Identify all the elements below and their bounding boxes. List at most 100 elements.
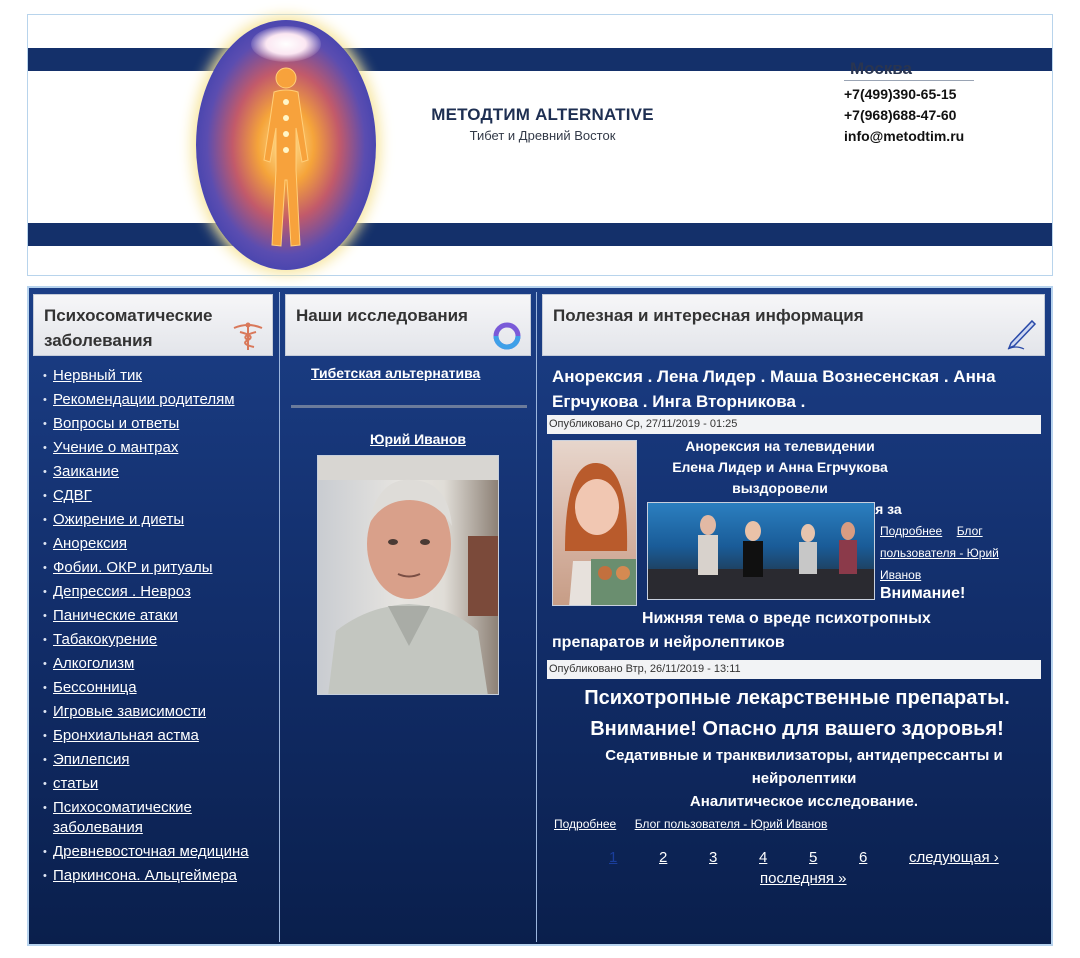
pager-page-2[interactable]: 2 [659,849,667,866]
nav-link[interactable]: Бессонница [53,679,137,696]
site-header: МЕТОДТИМ ALTERNATIVE Тибет и Древний Вос… [27,14,1053,276]
nav-item: СДВГ [43,486,273,506]
girl-illustration [565,462,636,605]
nav-link[interactable]: Ожирение и диеты [53,511,184,528]
nav-link[interactable]: Фобии. ОКР и ритуалы [53,559,213,576]
nav-link[interactable]: Психосоматические заболевания [53,799,192,836]
header-stripe-bottom [28,223,1052,246]
pager-page-6[interactable]: 6 [859,849,867,866]
brand-subtitle: Тибет и Древний Восток [469,128,616,143]
nav-link[interactable]: Анорексия [53,535,127,552]
nav-link[interactable]: Депрессия . Невроз [53,583,191,600]
brand-block: МЕТОДТИМ ALTERNATIVE Тибет и Древний Вос… [430,105,655,143]
article2-blog-link[interactable]: Блог пользователя - Юрий Иванов [635,817,828,831]
article2-headline-line2[interactable]: Внимание! Опасно для вашего здоровья! [552,714,1042,745]
nav-item: Игровые зависимости [43,702,273,722]
human-figure-icon [263,67,309,247]
nav-item: Паркинсона. Альцгеймера [43,866,273,886]
nav-item: Депрессия . Невроз [43,582,273,602]
column-divider-1 [279,292,280,942]
article2-subtitle-line2: нейролептики [751,770,857,787]
article1-blog-link[interactable]: Блог [957,524,983,538]
article2-subtitle-line3: Аналитическое исследование. [689,793,919,810]
article2-subtitle: Седативные и транквилизаторы, антидепрес… [569,744,1039,813]
article1-thumbnail-girl[interactable] [552,440,637,606]
ring-icon [493,322,521,350]
aura-halo [251,26,321,62]
nav-item: Психосоматические заболевания [43,798,273,838]
nav-link[interactable]: Вопросы и ответы [53,415,179,432]
article1-teaser-line1: Анорексия на телевидении [685,438,875,454]
nav-item: Заикание [43,462,273,482]
article1-title-line2[interactable]: Егрчукова . Инга Вторникова . [552,389,996,414]
tv-studio-illustration [648,515,874,599]
article2-more-link[interactable]: Подробнее [554,817,616,831]
pagination: 1 2 3 4 5 6 следующая › последняя » [589,849,1029,891]
article2-links: Подробнее Блог пользователя - Юрий Ивано… [554,815,827,833]
attention-label: Внимание! [880,585,966,602]
pager-current: 1 [609,849,618,866]
article2-headline-line1[interactable]: Психотропные лекарственные препараты. [552,683,1042,714]
nav-link[interactable]: СДВГ [53,487,92,504]
nav-item: Бронхиальная астма [43,726,273,746]
nav-link[interactable]: Нервный тик [53,367,142,384]
nav-item: Бессонница [43,678,273,698]
article1-title-line1[interactable]: Анорексия . Лена Лидер . Маша Вознесенск… [552,364,996,389]
nav-item: Панические атаки [43,606,273,626]
column-divider-2 [536,292,537,942]
right-column-header: Полезная и интересная информация [542,294,1045,356]
left-column-header: Психосоматические заболевания [33,294,273,356]
nav-link[interactable]: Алкоголизм [53,655,134,672]
nav-item: Ожирение и диеты [43,510,273,530]
article2-meta: Опубликовано Втр, 26/11/2019 - 13:11 [547,660,1041,679]
nav-link[interactable]: Игровые зависимости [53,703,206,720]
author-link[interactable]: Юрий Иванов [370,431,466,447]
middle-separator [291,405,527,408]
nav-item: статьи [43,774,273,794]
nav-link[interactable]: Табакокурение [53,631,157,648]
nav-link[interactable]: Бронхиальная астма [53,727,199,744]
nav-link[interactable]: Рекомендации родителям [53,391,235,408]
author-photo[interactable] [317,455,499,695]
pager-next[interactable]: следующая › [909,849,999,866]
nav-link[interactable]: Эпилепсия [53,751,130,768]
article1-thumbnail-tv[interactable] [647,502,875,600]
pager-page-5[interactable]: 5 [809,849,817,866]
pager-page-4[interactable]: 4 [759,849,767,866]
nav-link[interactable]: Древневосточная медицина [53,843,249,860]
nav-item: Учение о мантрах [43,438,273,458]
middle-column-title: Наши исследования [296,306,468,325]
pager-page-3[interactable]: 3 [709,849,717,866]
phone-2[interactable]: +7(968)688-47-60 [844,107,974,123]
nav-item: Фобии. ОКР и ритуалы [43,558,273,578]
nav-link[interactable]: Паркинсона. Альцгеймера [53,867,237,884]
article1-blog-link-line2[interactable]: пользователя - Юрий [880,546,999,560]
nav-link[interactable]: статьи [53,775,98,792]
article1-blog-link-line3[interactable]: Иванов [880,568,921,582]
nav-link[interactable]: Панические атаки [53,607,178,624]
left-nav-list: Нервный тик Рекомендации родителям Вопро… [43,366,273,890]
article1-links: Подробнее Блог пользователя - Юрий Ивано… [880,520,1020,586]
nav-link[interactable]: Заикание [53,463,119,480]
article2-headline[interactable]: Психотропные лекарственные препараты. Вн… [552,683,1042,745]
contacts-block: Москва +7(499)390-65-15 +7(968)688-47-60… [844,59,974,144]
article1-meta: Опубликовано Ср, 27/11/2019 - 01:25 [547,415,1041,434]
nav-item: Рекомендации родителям [43,390,273,410]
pager-last[interactable]: последняя » [760,870,847,887]
phone-1[interactable]: +7(499)390-65-15 [844,86,974,102]
article1-more-link[interactable]: Подробнее [880,524,942,538]
portrait-illustration [318,456,498,694]
brand-title[interactable]: МЕТОДТИМ ALTERNATIVE [430,105,655,125]
right-column-title: Полезная и интересная информация [553,306,864,325]
email-link[interactable]: info@metodtim.ru [844,128,974,144]
article1-teaser-line2: Елена Лидер и Анна Егрчукова выздоровели [672,459,888,496]
main-content: Психосоматические заболевания Нервный ти… [27,286,1053,946]
article1-title[interactable]: Анорексия . Лена Лидер . Маша Вознесенск… [552,364,996,414]
aura-logo-image[interactable] [196,20,376,270]
nav-item: Древневосточная медицина [43,842,273,862]
nav-link[interactable]: Учение о мантрах [53,439,178,456]
tibetan-alternative-link[interactable]: Тибетская альтернатива [311,365,480,381]
article1-tail-line1: Нижняя тема о вреде психотропных [642,610,931,627]
nav-item: Нервный тик [43,366,273,386]
nav-item: Алкоголизм [43,654,273,674]
